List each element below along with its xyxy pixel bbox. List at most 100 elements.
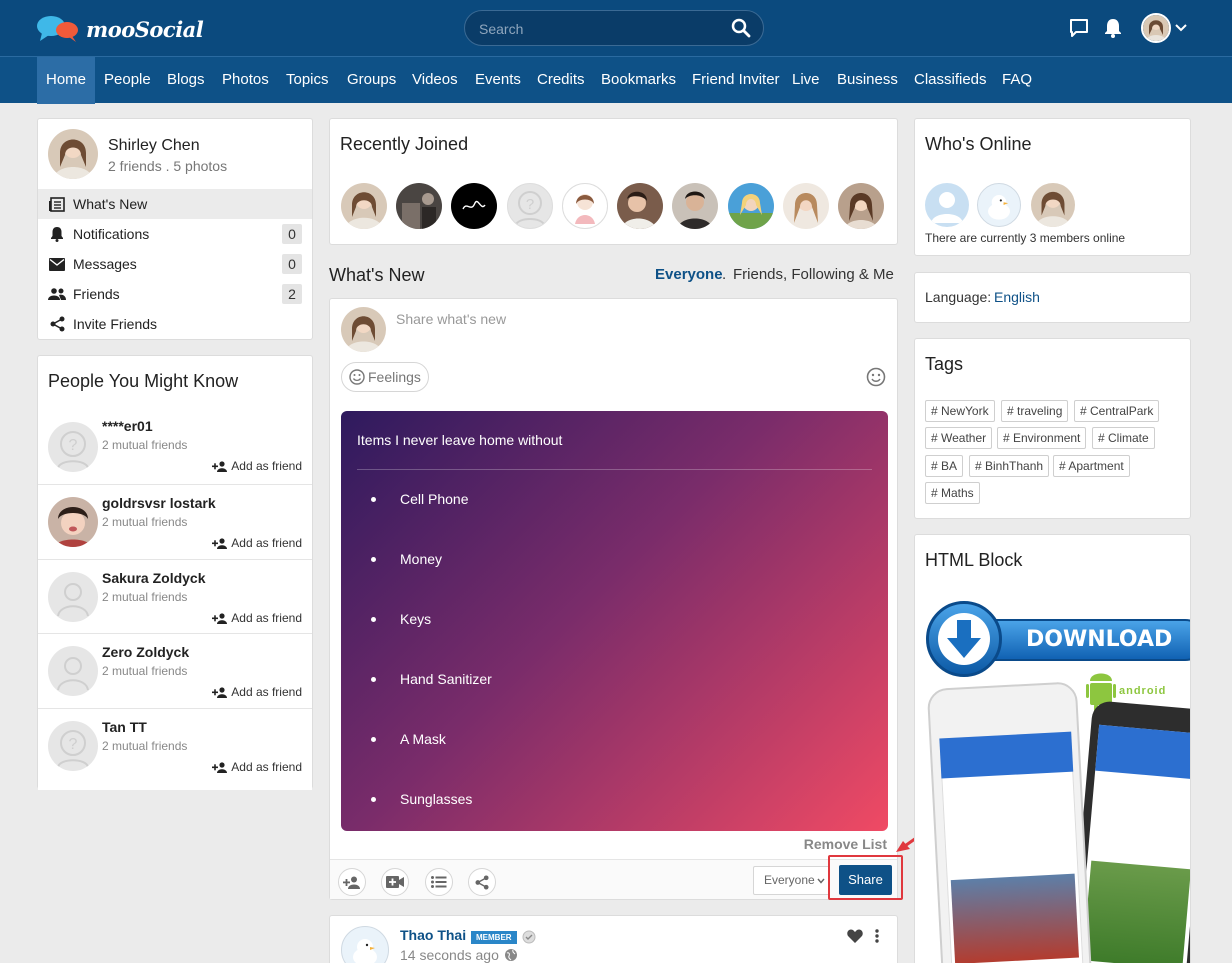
tag-item[interactable]: # BinhThanh [969,455,1050,477]
add-friend-button[interactable]: Add as friend [212,685,302,699]
tag-item[interactable]: # Apartment [1053,455,1130,477]
nav-videos[interactable]: Videos [403,57,467,104]
avatar[interactable] [562,183,608,229]
nav-friend-inviter[interactable]: Friend Inviter [683,57,789,104]
list-item[interactable]: Cell Phone [400,491,469,507]
remove-list-link[interactable]: Remove List [804,836,887,852]
post-author[interactable]: Thao Thai [400,927,466,943]
menu-whats-new[interactable]: What's New [38,189,312,219]
privacy-select[interactable]: Everyone [753,866,830,895]
whos-online-title: Who's Online [925,134,1032,154]
avatar[interactable] [617,183,663,229]
tag-item[interactable]: # CentralPark [1074,400,1160,422]
add-friend-button[interactable]: Add as friend [212,536,302,550]
add-list-button[interactable] [425,868,453,896]
share-button[interactable]: Share [839,865,892,895]
person-name[interactable]: Tan TT [102,719,147,735]
language-label: Language: [925,289,992,305]
emoji-icon[interactable] [866,367,886,387]
avatar[interactable] [451,183,497,229]
user-avatar[interactable] [1141,13,1171,43]
tag-item[interactable]: # Weather [925,427,993,449]
nav-classifieds[interactable]: Classifieds [905,57,996,104]
post-avatar[interactable] [341,926,389,963]
nav-photos[interactable]: Photos [213,57,278,104]
nav-business[interactable]: Business [828,57,907,104]
logo[interactable]: mooSocial [36,14,204,44]
nav-groups[interactable]: Groups [338,57,405,104]
tag-item[interactable]: # traveling [1001,400,1069,422]
avatar[interactable] [1031,183,1075,227]
heart-icon[interactable] [847,929,863,943]
menu-invite-friends[interactable]: Invite Friends [38,309,312,339]
add-friend-button[interactable]: Add as friend [212,611,302,625]
add-video-button[interactable] [381,868,409,896]
tag-item[interactable]: # BA [925,455,964,477]
add-friend-button[interactable]: Add as friend [212,459,302,473]
filter-everyone[interactable]: Everyone [655,266,723,283]
list-item: Sakura Zoldyck 2 mutual friends Add as f… [38,559,312,634]
search-input[interactable] [479,19,719,39]
menu-messages[interactable]: Messages 0 [38,249,312,279]
tag-friends-button[interactable] [338,868,366,896]
nav-credits[interactable]: Credits [528,57,594,104]
chat-icon[interactable] [1069,18,1089,38]
nav-blogs[interactable]: Blogs [158,57,214,104]
search-icon[interactable] [731,18,751,38]
nav-live[interactable]: Live [783,57,829,104]
nav-topics[interactable]: Topics [277,57,338,104]
more-options-icon[interactable] [875,929,879,943]
search-box[interactable] [464,10,764,46]
chevron-down-icon[interactable] [1175,24,1187,32]
avatar[interactable] [48,646,98,696]
list-item[interactable]: Sunglasses [400,791,472,807]
avatar[interactable] [783,183,829,229]
avatar[interactable] [728,183,774,229]
profile-avatar[interactable] [48,129,98,179]
tag-item[interactable]: # NewYork [925,400,995,422]
avatar[interactable] [48,572,98,622]
filter-separator: . [722,266,727,283]
avatar[interactable] [341,183,387,229]
tag-item[interactable]: # Climate [1092,427,1155,449]
avatar[interactable] [396,183,442,229]
list-item[interactable]: Money [400,551,442,567]
nav-events[interactable]: Events [466,57,530,104]
mutual-friends: 2 mutual friends [102,590,188,604]
language-link[interactable]: English [994,289,1040,305]
person-name[interactable]: ****er01 [102,418,153,434]
list-title[interactable]: Items I never leave home without [357,432,562,448]
list-item[interactable]: Keys [400,611,431,627]
avatar[interactable] [672,183,718,229]
list-item[interactable]: A Mask [400,731,446,747]
person-name[interactable]: Sakura Zoldyck [102,570,206,586]
avatar[interactable] [977,183,1021,227]
nav-bookmarks[interactable]: Bookmarks [592,57,685,104]
bell-icon[interactable] [1104,18,1122,38]
add-friend-button[interactable]: Add as friend [212,760,302,774]
avatar[interactable]: ? [507,183,553,229]
avatar[interactable] [48,497,98,547]
avatar[interactable] [838,183,884,229]
profile-name[interactable]: Shirley Chen [108,137,200,155]
menu-friends[interactable]: Friends 2 [38,279,312,309]
download-banner[interactable]: DOWNLOAD [926,601,1190,677]
filter-friends-following-me[interactable]: Friends, Following & Me [733,266,894,283]
nav-home[interactable]: Home [37,57,96,104]
person-name[interactable]: Zero Zoldyck [102,644,189,660]
profile-meta: 2 friends . 5 photos [108,158,228,174]
feelings-button[interactable]: Feelings [341,362,429,392]
nav-people[interactable]: People [95,57,160,104]
avatar[interactable] [925,183,969,227]
share-link-button[interactable] [468,868,496,896]
avatar[interactable]: ? [48,721,98,771]
person-name[interactable]: goldrsvsr lostark [102,495,216,511]
tag-item[interactable]: # Maths [925,482,980,504]
avatar[interactable]: ? [48,422,98,472]
nav-faq[interactable]: FAQ [993,57,1041,104]
menu-notifications[interactable]: Notifications 0 [38,219,312,249]
bullet [371,677,376,682]
tag-item[interactable]: # Environment [997,427,1087,449]
list-item[interactable]: Hand Sanitizer [400,671,492,687]
share-whats-new-input[interactable]: Share what's new [396,311,506,327]
